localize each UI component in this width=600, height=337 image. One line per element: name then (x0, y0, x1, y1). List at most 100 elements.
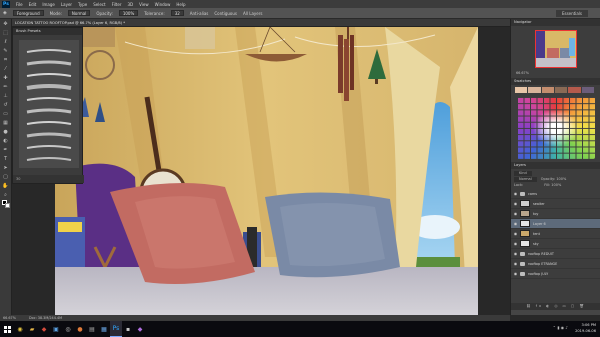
menu-image[interactable]: Image (42, 2, 55, 7)
path-select-tool-icon[interactable]: ➤ (2, 165, 10, 172)
fill-source-select[interactable]: Foreground (12, 10, 44, 16)
swatch[interactable] (554, 87, 568, 93)
marquee-tool-icon[interactable]: ⬚ (2, 30, 10, 37)
tolerance-field[interactable]: 32 (170, 10, 184, 16)
hand-tool-icon[interactable]: ✋ (2, 183, 10, 190)
layer-opacity-value[interactable]: 100% (556, 177, 566, 181)
file-explorer-icon[interactable]: ▰ (26, 321, 38, 337)
menu-edit[interactable]: Edit (29, 2, 37, 7)
layer-thumbnail (520, 230, 530, 237)
clone-stamp-tool-icon[interactable]: ⊥ (2, 93, 10, 100)
eraser-tool-icon[interactable]: ▭ (2, 111, 10, 118)
visibility-eye-icon[interactable]: ◉ (511, 201, 520, 206)
layer-row[interactable]: ◉ rooftop JULY (511, 269, 600, 279)
chrome-icon[interactable]: ◉ (14, 321, 26, 337)
all-layers-checkbox[interactable]: All Layers (243, 11, 262, 16)
visibility-eye-icon[interactable]: ◉ (511, 191, 520, 196)
visibility-eye-icon[interactable]: ◉ (511, 251, 520, 256)
taskbar-app-icon[interactable]: ◆ (38, 321, 50, 337)
layer-row[interactable]: ◉ seaiter (511, 199, 600, 209)
swatches-title[interactable]: Swatches (511, 78, 600, 85)
layer-row[interactable]: ◉ rooftop ETRANGE (511, 259, 600, 269)
layer-row[interactable]: ◉ tent (511, 229, 600, 239)
menu-layer[interactable]: Layer (61, 2, 72, 7)
taskbar-app-icon[interactable]: ▪ (122, 321, 134, 337)
photoshop-taskbar-icon[interactable]: Ps (110, 321, 122, 337)
background-color-swatch[interactable] (5, 203, 10, 208)
pen-tool-icon[interactable]: ✒ (2, 147, 10, 154)
quick-select-tool-icon[interactable]: ✎ (2, 48, 10, 55)
crop-tool-icon[interactable]: ⌗ (2, 57, 10, 64)
navigator-view-box[interactable] (535, 30, 577, 68)
clock-date[interactable]: 2019-06-06 (575, 328, 596, 334)
layer-row-selected[interactable]: ◉ Layer 6 (511, 219, 600, 229)
visibility-eye-icon[interactable]: ◉ (511, 231, 520, 236)
layer-row[interactable]: ◉ rooftop REDUIT (511, 249, 600, 259)
menu-3d[interactable]: 3D (127, 2, 133, 7)
swatch[interactable] (515, 87, 528, 93)
swatch[interactable] (528, 87, 541, 93)
swatch[interactable] (568, 87, 581, 93)
zoom-tool-icon[interactable]: ⌕ (2, 192, 10, 199)
menu-help[interactable]: Help (176, 2, 185, 7)
swatches-panel[interactable] (511, 85, 600, 162)
taskbar-app-icon[interactable]: ▦ (98, 321, 110, 337)
visibility-eye-icon[interactable]: ◉ (511, 221, 520, 226)
folder-icon (520, 191, 525, 196)
system-tray[interactable]: ⌃ ▮ ◉ ♪ 3:06 PM 2019-06-06 (553, 322, 596, 334)
status-zoom[interactable]: 66.67% (3, 316, 16, 320)
visibility-eye-icon[interactable]: ◉ (511, 261, 520, 266)
navigator-zoom[interactable]: 66.67% (516, 71, 529, 75)
swatch[interactable] (541, 87, 554, 93)
history-brush-tool-icon[interactable]: ↺ (2, 102, 10, 109)
type-tool-icon[interactable]: T (2, 156, 10, 163)
layers-footer-buttons[interactable]: ⛓ fx ◐ ◎ ▭ ▢ 🗑 (511, 303, 600, 310)
shape-tool-icon[interactable]: ▢ (2, 174, 10, 181)
menu-view[interactable]: View (139, 2, 149, 7)
tray-icons[interactable]: ⌃ ▮ ◉ ♪ (553, 325, 568, 331)
layer-row[interactable]: ◉ cams (511, 189, 600, 199)
blend-mode-select[interactable]: Normal (514, 177, 537, 182)
menu-filter[interactable]: Filter (112, 2, 122, 7)
brush-preset-list[interactable] (19, 40, 79, 168)
dodge-tool-icon[interactable]: ◐ (2, 138, 10, 145)
start-button[interactable] (0, 321, 14, 337)
layer-row[interactable]: ◉ toy (511, 209, 600, 219)
paint-bucket-icon[interactable]: ◈ (3, 10, 7, 16)
navigator-panel[interactable]: 66.67% (511, 26, 600, 78)
eyedropper-tool-icon[interactable]: ⁄ (2, 66, 10, 73)
navigator-title[interactable]: Navigator (511, 19, 600, 26)
taskbar-app-icon[interactable]: ● (74, 321, 86, 337)
layer-filter-kind[interactable]: Kind (514, 171, 532, 176)
taskbar-app-icon[interactable]: ◆ (134, 321, 146, 337)
move-tool-icon[interactable]: ✥ (2, 21, 10, 28)
taskbar-app-icon[interactable]: ▤ (86, 321, 98, 337)
layer-row[interactable]: ◉ sky (511, 239, 600, 249)
contiguous-checkbox[interactable]: Contiguous (214, 11, 237, 16)
swatch[interactable] (581, 87, 594, 93)
document-tab[interactable]: LOCATION TATTOO ROOFTOP.psd @ 66.7% (Lay… (12, 19, 510, 27)
visibility-eye-icon[interactable]: ◉ (511, 241, 520, 246)
artwork-canvas[interactable] (55, 27, 478, 315)
blur-tool-icon[interactable]: ● (2, 129, 10, 136)
visibility-eye-icon[interactable]: ◉ (511, 271, 520, 276)
workspace-select[interactable]: Essentials (555, 10, 588, 17)
recent-swatches[interactable] (515, 87, 595, 93)
visibility-eye-icon[interactable]: ◉ (511, 211, 520, 216)
opacity-field[interactable]: 100% (118, 10, 139, 16)
taskbar-app-icon[interactable]: ▣ (50, 321, 62, 337)
lasso-tool-icon[interactable]: ℓ (2, 39, 10, 46)
antialias-checkbox[interactable]: Anti-alias (190, 11, 209, 16)
steam-icon[interactable]: ◎ (62, 321, 74, 337)
gradient-tool-icon[interactable]: ▦ (2, 120, 10, 127)
menu-select[interactable]: Select (93, 2, 105, 7)
menu-window[interactable]: Window (155, 2, 171, 7)
healing-tool-icon[interactable]: ✚ (2, 75, 10, 82)
mode-select[interactable]: Normal (67, 10, 91, 16)
brush-tool-icon[interactable]: ✏ (2, 84, 10, 91)
canvas-area[interactable] (12, 27, 510, 315)
fill-value[interactable]: 100% (551, 183, 561, 187)
layers-title[interactable]: Layers (511, 162, 600, 169)
menu-file[interactable]: File (16, 2, 23, 7)
menu-type[interactable]: Type (78, 2, 87, 7)
